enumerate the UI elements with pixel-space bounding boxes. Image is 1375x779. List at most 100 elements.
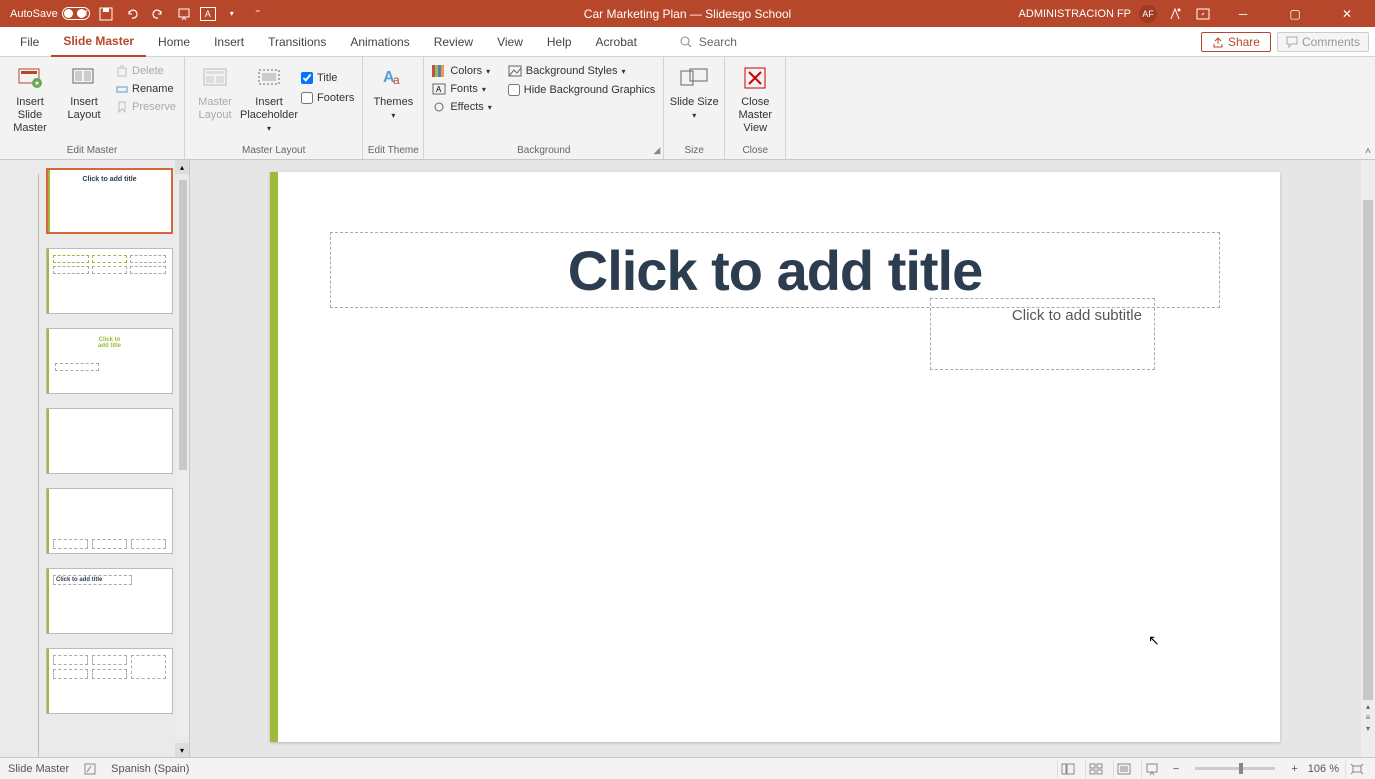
tab-view[interactable]: View xyxy=(485,27,535,57)
redo-icon[interactable] xyxy=(148,4,168,24)
thumbs-scrollbar[interactable] xyxy=(177,180,189,737)
thumbnail-3[interactable]: Click toadd title xyxy=(46,328,173,394)
zoom-slider[interactable] xyxy=(1195,767,1275,770)
fit-to-window-icon[interactable] xyxy=(1345,760,1367,778)
thumbnail-4[interactable] xyxy=(46,408,173,474)
tab-file[interactable]: File xyxy=(8,27,51,57)
collapse-ribbon-icon[interactable]: ˄ xyxy=(1365,146,1371,157)
colors-button[interactable]: Colors ▾ xyxy=(428,64,495,78)
reading-view-icon[interactable] xyxy=(1113,760,1135,778)
rename-button[interactable]: Rename xyxy=(112,82,180,96)
themes-label: Themes xyxy=(373,96,413,109)
next-slide-icon[interactable]: ▾ xyxy=(1366,724,1370,733)
share-button[interactable]: Share xyxy=(1201,32,1271,52)
delete-button[interactable]: Delete xyxy=(112,64,180,78)
thumbnail-2[interactable] xyxy=(46,248,173,314)
slide-size-button[interactable]: Slide Size▾ xyxy=(668,60,720,122)
document-title: Car Marketing Plan — Slidesgo School xyxy=(584,7,791,21)
user-avatar[interactable]: AF xyxy=(1139,5,1157,23)
comments-button[interactable]: Comments xyxy=(1277,32,1369,52)
group-edit-master: ✶ Insert Slide Master Insert Layout Dele… xyxy=(0,57,185,159)
thumb-scroll-down[interactable]: ▾ xyxy=(175,743,189,757)
tab-transitions[interactable]: Transitions xyxy=(256,27,338,57)
subtitle-placeholder[interactable]: Click to add subtitle xyxy=(930,298,1155,370)
normal-view-icon[interactable] xyxy=(1057,760,1079,778)
qat-dropdown-icon[interactable]: ▾ xyxy=(222,4,242,24)
rename-icon xyxy=(116,83,128,95)
themes-icon: Aa xyxy=(379,64,407,92)
status-mode: Slide Master xyxy=(8,763,69,775)
autosave-label: AutoSave xyxy=(10,8,58,20)
close-button[interactable]: ✕ xyxy=(1325,0,1369,27)
prev-slide-double-icon[interactable]: ≡ xyxy=(1366,713,1371,722)
editor-scrollbar[interactable] xyxy=(1361,160,1375,757)
coming-soon-icon[interactable] xyxy=(1165,4,1185,24)
insert-slide-master-button[interactable]: ✶ Insert Slide Master xyxy=(4,60,56,135)
close-master-view-button[interactable]: Close Master View xyxy=(729,60,781,135)
zoom-level[interactable]: 106 % xyxy=(1308,763,1339,775)
effects-button[interactable]: Effects ▾ xyxy=(428,100,495,114)
title-placeholder[interactable]: Click to add title xyxy=(330,232,1220,308)
bg-styles-icon xyxy=(508,65,522,77)
background-dialog-launcher[interactable]: ◢ xyxy=(653,145,660,156)
slideshow-icon[interactable] xyxy=(174,4,194,24)
title-checkbox[interactable]: Title xyxy=(297,70,358,86)
thumbnails-panel: ▴ Click to add title Click toadd title C… xyxy=(0,160,190,757)
background-styles-button[interactable]: Background Styles ▾ xyxy=(504,64,659,78)
ribbon-display-icon[interactable] xyxy=(1193,4,1213,24)
slideshow-view-icon[interactable] xyxy=(1141,760,1163,778)
group-master-layout-label: Master Layout xyxy=(189,143,358,159)
ribbon: ✶ Insert Slide Master Insert Layout Dele… xyxy=(0,57,1375,160)
master-layout-label: Master Layout xyxy=(189,96,241,122)
title-placeholder-text: Click to add title xyxy=(568,238,983,303)
insert-placeholder-label: Insert Placeholder xyxy=(240,96,298,122)
close-master-label: Close Master View xyxy=(729,96,781,135)
footers-checkbox[interactable]: Footers xyxy=(297,90,358,106)
status-language[interactable]: Spanish (Spain) xyxy=(111,763,189,775)
insert-layout-button[interactable]: Insert Layout xyxy=(58,60,110,122)
delete-icon xyxy=(116,65,128,77)
autosave-toggle[interactable]: AutoSave Off xyxy=(10,7,90,20)
spell-check-icon[interactable] xyxy=(83,762,97,776)
minimize-button[interactable]: ─ xyxy=(1221,0,1265,27)
user-name: ADMINISTRACION FP xyxy=(1019,8,1131,20)
fonts-button[interactable]: AFonts ▾ xyxy=(428,82,495,96)
status-bar: Slide Master Spanish (Spain) − + 106 % xyxy=(0,757,1375,779)
tab-help[interactable]: Help xyxy=(535,27,584,57)
font-icon[interactable]: A xyxy=(200,7,216,21)
tab-home[interactable]: Home xyxy=(146,27,202,57)
tab-acrobat[interactable]: Acrobat xyxy=(584,27,649,57)
slide-canvas[interactable]: Click to add title Click to add subtitle… xyxy=(270,172,1280,742)
hide-bg-checkbox[interactable]: Hide Background Graphics xyxy=(504,82,659,98)
search-box[interactable]: Search xyxy=(679,35,737,49)
thumb-scroll-up[interactable]: ▴ xyxy=(175,160,189,174)
maximize-button[interactable]: ▢ xyxy=(1273,0,1317,27)
tab-animations[interactable]: Animations xyxy=(338,27,421,57)
thumbnail-1[interactable]: Click to add title xyxy=(46,168,173,234)
qat-more-icon[interactable]: ⁼ xyxy=(248,4,268,24)
prev-slide-icon[interactable]: ▴ xyxy=(1366,702,1370,711)
svg-text:A: A xyxy=(436,85,442,94)
zoom-out-button[interactable]: − xyxy=(1169,763,1183,775)
thumbnail-6[interactable]: Click to add title xyxy=(46,568,173,634)
thumbnail-7[interactable] xyxy=(46,648,173,714)
zoom-in-button[interactable]: + xyxy=(1287,763,1301,775)
search-label: Search xyxy=(699,35,737,49)
tab-review[interactable]: Review xyxy=(422,27,485,57)
preserve-button[interactable]: Preserve xyxy=(112,100,180,114)
group-background-label: Background xyxy=(428,143,659,159)
close-master-icon xyxy=(741,64,769,92)
save-icon[interactable] xyxy=(96,4,116,24)
colors-icon xyxy=(432,65,446,77)
ribbon-tabs: File Slide Master Home Insert Transition… xyxy=(0,27,1375,57)
group-edit-theme-label: Edit Theme xyxy=(367,143,419,159)
insert-placeholder-button[interactable]: Insert Placeholder▾ xyxy=(243,60,295,135)
share-icon xyxy=(1212,36,1224,48)
slide-sorter-icon[interactable] xyxy=(1085,760,1107,778)
tab-insert[interactable]: Insert xyxy=(202,27,256,57)
tab-slide-master[interactable]: Slide Master xyxy=(51,27,146,57)
svg-text:a: a xyxy=(393,73,400,87)
thumbnail-5[interactable] xyxy=(46,488,173,554)
undo-icon[interactable] xyxy=(122,4,142,24)
themes-button[interactable]: Aa Themes▾ xyxy=(367,60,419,122)
